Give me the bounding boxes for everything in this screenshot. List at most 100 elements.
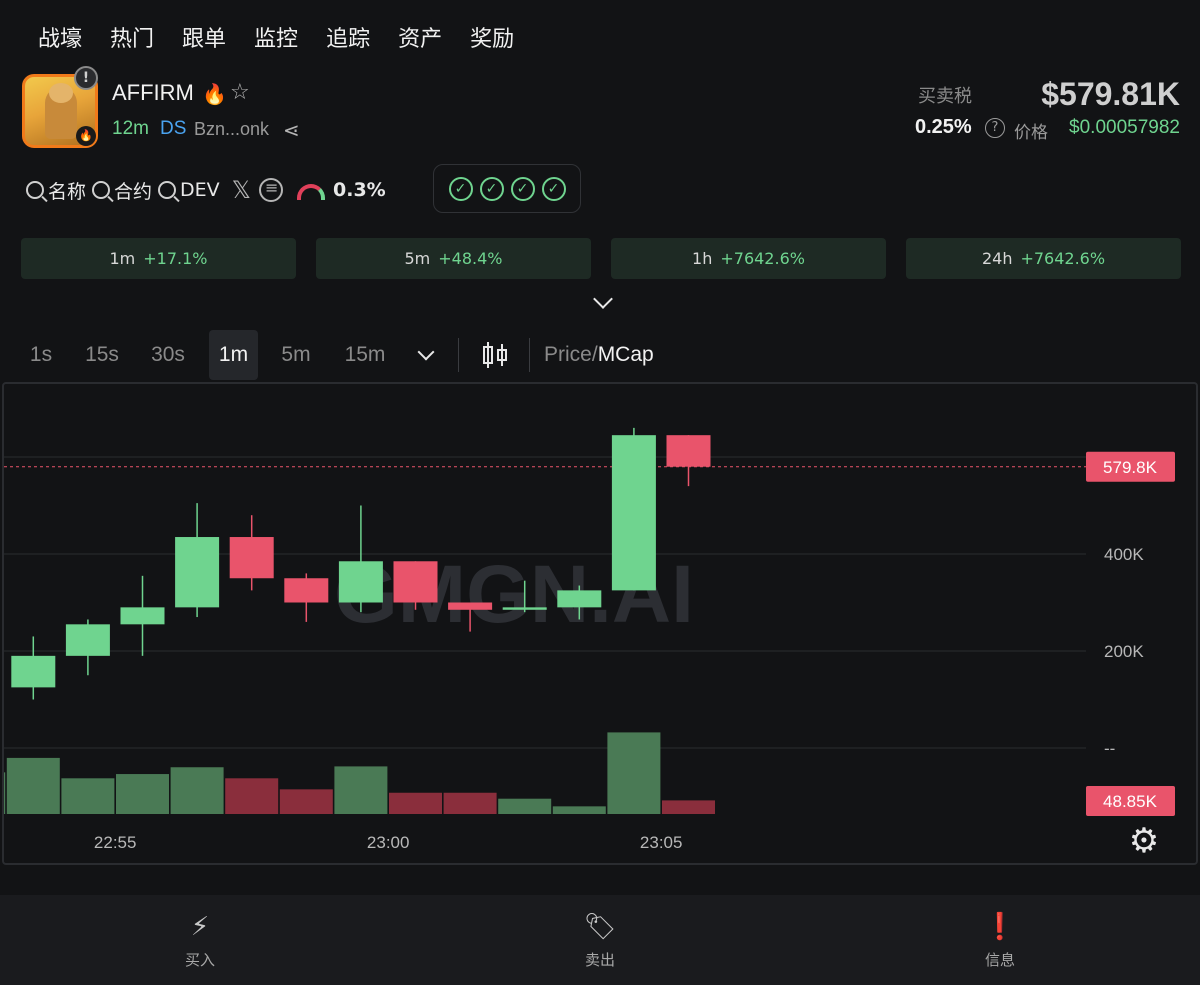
price-value: $0.00057982	[1069, 117, 1180, 138]
x-twitter-icon[interactable]: 𝕏	[232, 176, 251, 204]
chevron-down-icon[interactable]	[417, 343, 435, 361]
nav-item-copy-trade[interactable]: 跟单	[182, 22, 226, 58]
timeframe-row: 1s 15s 30s 1m 5m 15m Price/MCap	[0, 330, 1200, 380]
x-tick-label: 22:55	[94, 833, 137, 852]
perf-change: +7642.6%	[720, 249, 805, 268]
warning-icon[interactable]: !	[74, 66, 98, 90]
perf-pill-5m[interactable]: 5m +48.4%	[316, 238, 591, 279]
check-circle-icon: ✓	[479, 176, 504, 201]
candle-body	[338, 561, 383, 603]
search-contract-label: 合约	[114, 180, 153, 203]
volume-bar	[389, 792, 442, 814]
volume-bar	[279, 789, 333, 814]
volume-bar	[4, 772, 6, 814]
buy-button[interactable]: ⚡ 买入	[0, 895, 400, 985]
nav-item-trending[interactable]: 热门	[110, 22, 154, 58]
volume-bar	[116, 774, 169, 814]
perf-pill-1h[interactable]: 1h +7642.6%	[611, 238, 886, 279]
nav-item-trenches[interactable]: 战壕	[38, 22, 82, 58]
nav-item-assets[interactable]: 资产	[398, 22, 442, 58]
y-tick-label: --	[1104, 739, 1115, 758]
divider	[458, 338, 459, 372]
candle-body	[393, 561, 438, 603]
price-mcap-toggle[interactable]: Price/MCap	[544, 330, 654, 380]
candle-body	[11, 655, 56, 688]
tf-1s[interactable]: 1s	[18, 330, 64, 380]
help-icon[interactable]: ?	[985, 118, 1005, 138]
search-name-label: 名称	[48, 180, 87, 203]
search-contract-button[interactable]: 合约	[92, 177, 152, 204]
flame-icon: 🔥	[202, 82, 227, 106]
candle-body	[284, 578, 329, 603]
check-circle-icon: ✓	[448, 176, 473, 201]
perf-change: +17.1%	[143, 249, 208, 268]
gauge-value: 0.3%	[333, 179, 386, 201]
info-button[interactable]: ❗ 信息	[800, 895, 1200, 985]
perf-change: +48.4%	[438, 249, 503, 268]
check-circle-icon: ✓	[510, 176, 535, 201]
search-dev-label: DEV	[180, 179, 220, 201]
nav-item-monitor[interactable]: 监控	[254, 22, 298, 58]
search-icon	[158, 181, 177, 199]
volume-bar	[225, 778, 279, 814]
tf-15s[interactable]: 15s	[76, 330, 128, 380]
search-dev-button[interactable]: DEV	[158, 179, 220, 201]
candlestick-chart[interactable]: 400K200K--GMGN.AI579.8K48.85K22:55 23:00 2…	[4, 384, 1196, 863]
candle-body	[611, 435, 656, 591]
search-icon	[92, 181, 111, 199]
perf-pill-1m[interactable]: 1m +17.1%	[21, 238, 296, 279]
tax-value: 0.25%	[915, 116, 972, 138]
tf-15m[interactable]: 15m	[336, 330, 394, 380]
favorite-star-icon[interactable]: ☆	[230, 80, 250, 105]
token-name: AFFIRM	[112, 80, 194, 105]
perf-change: +7642.6%	[1020, 249, 1106, 268]
mcap-toggle-label: MCap	[597, 343, 654, 366]
gear-icon[interactable]: ⚙	[1129, 821, 1159, 861]
search-name-button[interactable]: 名称	[26, 177, 86, 204]
perf-period: 1m	[109, 249, 136, 268]
top-nav: 战壕 热门 跟单 监控 追踪 资产 奖励	[0, 22, 542, 58]
market-cap-value: $579.81K	[1041, 76, 1180, 112]
volume-bar	[662, 800, 715, 814]
nav-item-rewards[interactable]: 奖励	[470, 22, 514, 58]
candle-body	[502, 607, 547, 610]
volume-bar	[6, 757, 60, 814]
volume-label: 48.85K	[1103, 792, 1158, 811]
search-row: 名称 合约 DEV 𝕏 0.3%	[26, 172, 386, 208]
search-icon	[26, 181, 44, 199]
tag-icon: 🏷	[583, 911, 617, 942]
buy-label: 买入	[184, 950, 215, 969]
x-tick-label: 23:05	[640, 833, 683, 852]
candlestick-icon[interactable]	[481, 340, 509, 370]
tf-30s[interactable]: 30s	[142, 330, 194, 380]
share-icon[interactable]: ⋖	[283, 118, 300, 142]
volume-bar	[552, 806, 606, 814]
candle-body	[65, 624, 110, 656]
nav-item-track[interactable]: 追踪	[326, 22, 370, 58]
chevron-down-icon[interactable]	[593, 289, 613, 309]
y-tick-label: 400K	[1104, 545, 1144, 564]
gauge-icon	[297, 184, 326, 200]
perf-period: 24h	[981, 249, 1013, 268]
check-circle-icon: ✓	[541, 176, 566, 201]
sell-button[interactable]: 🏷 卖出	[400, 895, 800, 985]
tf-5m[interactable]: 5m	[272, 330, 320, 380]
candle-body	[229, 537, 274, 579]
dexscreener-link[interactable]: DS	[160, 118, 186, 140]
performance-row: 1m +17.1% 5m +48.4% 1h +7642.6% 24h +764…	[21, 238, 1181, 279]
perf-pill-24h[interactable]: 24h +7642.6%	[906, 238, 1181, 279]
candle-body	[666, 435, 711, 467]
price-chart[interactable]: 400K 200K -- GMGN.AI 579.8K 48.85K 22:55 23:00 2…	[2, 382, 1198, 865]
volume-bar	[170, 767, 224, 814]
contract-address[interactable]: Bzn...onk	[194, 119, 269, 140]
info-icon: ❗	[983, 911, 1017, 942]
perf-period: 1h	[692, 249, 713, 268]
list-icon[interactable]	[259, 178, 284, 202]
security-checks[interactable]: ✓ ✓ ✓ ✓	[433, 164, 581, 213]
candle-body	[557, 590, 602, 608]
volume-bar	[607, 732, 661, 814]
price-toggle-label: Price/	[544, 343, 598, 366]
tf-1m[interactable]: 1m	[209, 330, 258, 380]
current-price-label: 579.8K	[1103, 458, 1158, 477]
price-label: 价格	[1014, 123, 1048, 143]
